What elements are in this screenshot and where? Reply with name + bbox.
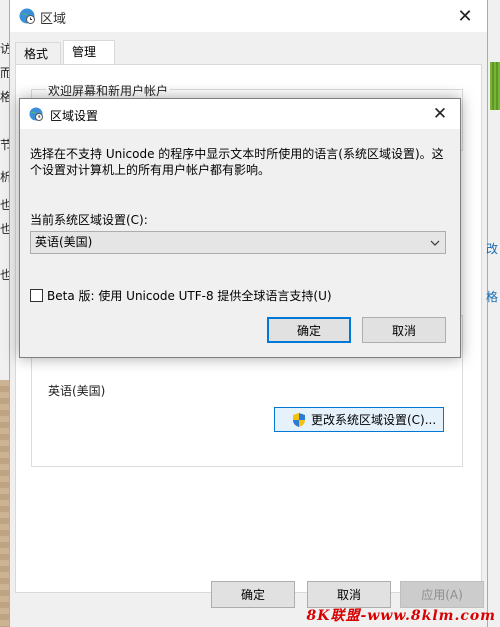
background-text-fragment: 格 <box>485 290 498 304</box>
button-label: 确定 <box>296 323 321 338</box>
button-label: 应用(A) <box>421 588 463 602</box>
ok-button[interactable]: 确定 <box>211 581 295 608</box>
background-green-pattern <box>490 62 500 110</box>
dialog-close-button[interactable]: ✕ <box>420 99 460 129</box>
window-titlebar: 区域 ✕ <box>10 0 487 32</box>
window-title: 区域 <box>40 12 67 27</box>
tab-format[interactable]: 格式 <box>15 42 61 65</box>
dialog-cancel-button[interactable]: 取消 <box>362 317 446 343</box>
site-watermark: 8K联盟-www.8klm.com <box>306 608 496 624</box>
system-locale-select[interactable]: 英语(美国) <box>30 231 446 254</box>
uac-shield-icon <box>293 412 305 427</box>
beta-utf8-checkbox[interactable] <box>30 289 43 302</box>
close-icon: ✕ <box>457 5 473 27</box>
chevron-down-icon <box>429 232 441 253</box>
dialog-description: 选择在不支持 Unicode 的程序中显示文本时所使用的语言(系统区域设置)。这… <box>30 147 444 177</box>
button-label: 取消 <box>336 588 361 602</box>
globe-clock-icon <box>29 107 43 121</box>
button-label: 更改系统区域设置(C)... <box>311 413 437 427</box>
apply-button: 应用(A) <box>400 581 484 608</box>
current-locale-text: 英语(美国) <box>48 384 106 398</box>
tab-label: 格式 <box>24 47 49 61</box>
change-system-locale-button[interactable]: 更改系统区域设置(C)... <box>274 407 444 432</box>
close-button[interactable]: ✕ <box>443 0 487 32</box>
close-icon: ✕ <box>432 104 448 124</box>
system-locale-label: 当前系统区域设置(C): <box>30 213 148 227</box>
checkbox-label: Beta 版: 使用 Unicode UTF-8 提供全球语言支持(U) <box>47 289 332 303</box>
dialog-title: 区域设置 <box>50 109 99 123</box>
beta-utf8-option[interactable]: Beta 版: 使用 Unicode UTF-8 提供全球语言支持(U) <box>30 287 332 304</box>
cancel-button[interactable]: 取消 <box>307 581 391 608</box>
dialog-ok-button[interactable]: 确定 <box>267 317 351 343</box>
select-value: 英语(美国) <box>35 235 93 249</box>
button-label: 取消 <box>391 323 416 338</box>
globe-clock-icon <box>19 8 35 24</box>
group-label: 欢迎屏幕和新用户帐户 <box>46 82 171 99</box>
dialog-titlebar: 区域设置 ✕ <box>20 99 460 129</box>
region-settings-dialog: 区域设置 ✕ 选择在不支持 Unicode 的程序中显示文本时所使用的语言(系统… <box>19 98 461 358</box>
background-text-fragment: 改 <box>485 242 498 256</box>
tab-administrative[interactable]: 管理 <box>63 40 115 66</box>
tab-label: 管理 <box>72 45 97 59</box>
button-label: 确定 <box>240 588 265 602</box>
